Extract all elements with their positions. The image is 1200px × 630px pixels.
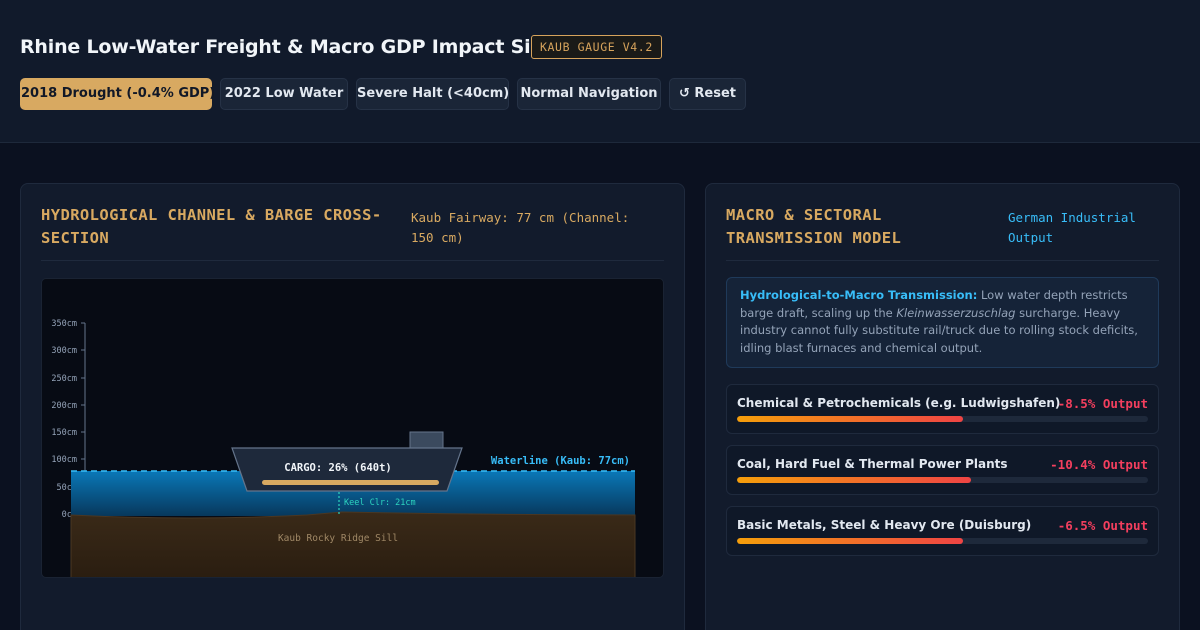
reset-button[interactable]: ↺ Reset [669, 78, 746, 110]
y-tick-label-200: 200cm [51, 401, 77, 411]
fairway-depth-readout: Kaub Fairway: 77 cm (Channel: 150 cm) [411, 210, 630, 245]
sector-impact-bar [737, 416, 964, 422]
cargo-label: CARGO: 26% (640t) [284, 462, 391, 474]
macro-panel-title: MACRO & SECTORAL TRANSMISSION MODEL [726, 206, 902, 247]
sector-card-chemical[interactable]: Chemical & Petrochemicals (e.g. Ludwigsh… [726, 384, 1159, 434]
sector-impact-track [737, 416, 1148, 422]
sector-name: Chemical & Petrochemicals (e.g. Ludwigsh… [737, 396, 1061, 410]
sector-card-coal[interactable]: Coal, Hard Fuel & Thermal Power Plants -… [726, 445, 1159, 495]
divider [726, 260, 1159, 261]
barge-wheelhouse [409, 431, 444, 450]
y-tick-label-300: 300cm [51, 346, 77, 356]
cargo-load-bar [262, 480, 439, 485]
version-badge: KAUB GAUGE V4.2 [531, 35, 662, 59]
y-tick-label-250: 250cm [51, 374, 77, 384]
cross-section-svg: 350cm 300cm 250cm 200cm 150cm 100cm 50cm… [51, 319, 636, 577]
channel-cross-section: 350cm 300cm 250cm 200cm 150cm 100cm 50cm… [41, 278, 664, 578]
info-text-em: Kleinwasserzuschlag [896, 305, 1016, 320]
sector-impact: -8.5% Output [1057, 396, 1148, 411]
waterline-label: Waterline (Kaub: 77cm) [491, 455, 630, 467]
top-bar: Rhine Low-Water Freight & Macro GDP Impa… [0, 0, 1200, 143]
y-tick-label-100: 100cm [51, 455, 77, 465]
transmission-info-box: Hydrological-to-Macro Transmission: Low … [726, 277, 1159, 368]
output-scope-label: German Industrial Output [1008, 210, 1136, 245]
scenario-severe-halt-button[interactable]: Severe Halt (<40cm) [356, 78, 509, 110]
sector-impact: -6.5% Output [1057, 518, 1148, 533]
y-tick-label-150: 150cm [51, 428, 77, 438]
riverbed-label: Kaub Rocky Ridge Sill [278, 533, 398, 544]
hydrology-panel: HYDROLOGICAL CHANNEL & BARGE CROSS- SECT… [20, 183, 685, 630]
macro-panel: MACRO & SECTORAL TRANSMISSION MODEL Germ… [705, 183, 1180, 630]
sector-impact-bar [737, 538, 964, 544]
divider [41, 260, 664, 261]
scenario-2022-low-water-button[interactable]: 2022 Low Water [220, 78, 348, 110]
scenario-normal-navigation-button[interactable]: Normal Navigation [517, 78, 661, 110]
hydrology-panel-title: HYDROLOGICAL CHANNEL & BARGE CROSS- SECT… [41, 206, 382, 247]
app-title: Rhine Low-Water Freight & Macro GDP Impa… [20, 36, 614, 58]
sector-impact-track [737, 538, 1148, 544]
riverbed-sill [70, 511, 636, 577]
sector-impact-bar [737, 477, 972, 483]
sector-impact-track [737, 477, 1148, 483]
barge: CARGO: 26% (640t) [231, 431, 463, 492]
scenario-2018-drought-button[interactable]: 2018 Drought (-0.4% GDP) [20, 78, 215, 110]
y-tick-label-350: 350cm [51, 319, 77, 329]
sector-name: Coal, Hard Fuel & Thermal Power Plants [737, 457, 1008, 471]
keel-clearance-label: Keel Clr: 21cm [344, 498, 416, 508]
sector-card-metals[interactable]: Basic Metals, Steel & Heavy Ore (Duisbur… [726, 506, 1159, 556]
sector-name: Basic Metals, Steel & Heavy Ore (Duisbur… [737, 518, 1032, 532]
info-heading: Hydrological-to-Macro Transmission: [740, 288, 978, 302]
sector-impact: -10.4% Output [1050, 457, 1148, 472]
